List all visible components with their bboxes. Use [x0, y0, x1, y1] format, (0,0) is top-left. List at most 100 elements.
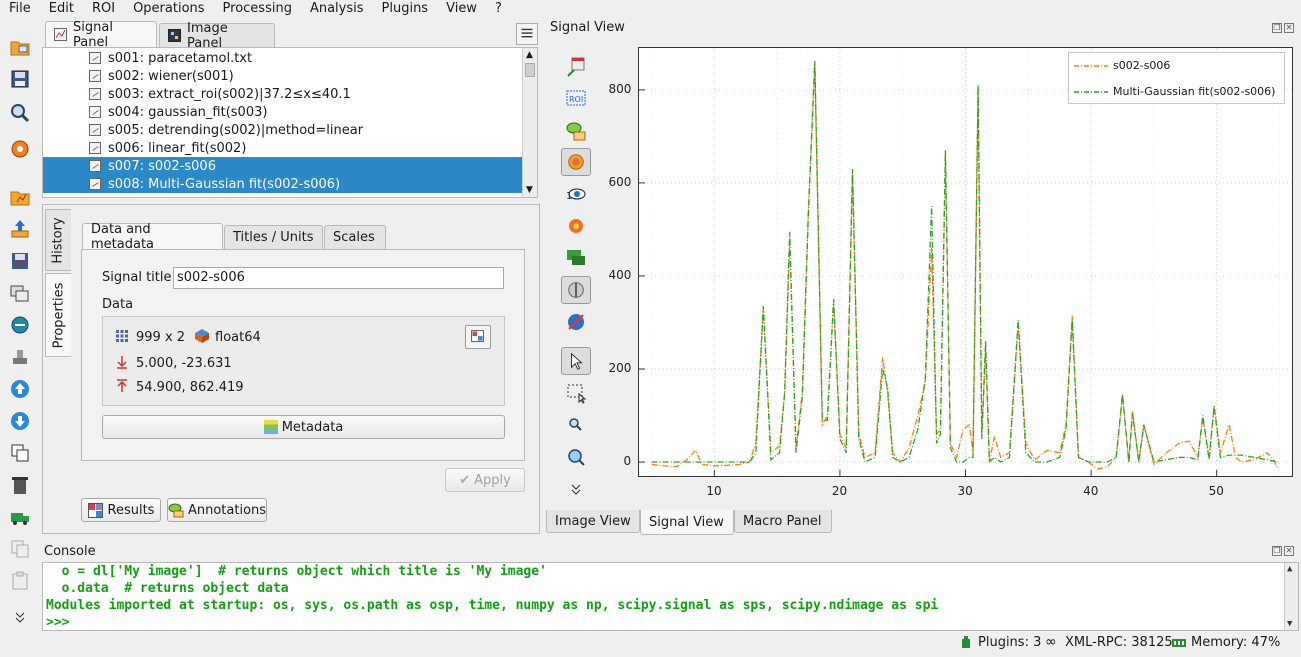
list-item-selected[interactable]: s007: s002-s006 [43, 157, 523, 175]
signal-icon [89, 178, 101, 190]
results-button[interactable]: Results [81, 498, 161, 522]
list-item-label: s006: linear_fit(s002) [108, 140, 247, 156]
select-pointer-button[interactable] [561, 347, 591, 375]
open-signal-icon[interactable] [9, 186, 31, 208]
menu-help[interactable]: ? [486, 0, 511, 18]
annotations-button[interactable]: Annotations [167, 498, 267, 522]
close-dock-icon[interactable]: ✕ [1284, 546, 1294, 556]
list-item[interactable]: s006: linear_fit(s002) [43, 139, 523, 157]
max-values: 54.900, 862.419 [136, 380, 244, 395]
export-plot-icon[interactable] [565, 56, 587, 78]
apply-button[interactable]: ✔ Apply [445, 468, 525, 492]
tab-signal-panel[interactable]: Signal Panel [45, 19, 157, 50]
zoom-icon[interactable] [565, 414, 587, 436]
list-item[interactable]: s002: wiener(s001) [43, 67, 523, 85]
save-icon[interactable] [9, 68, 31, 90]
float-dock-icon[interactable]: ❐ [1272, 546, 1282, 556]
menu-processing[interactable]: Processing [214, 0, 301, 18]
view-data-button[interactable] [465, 325, 491, 349]
refresh-icon[interactable] [9, 314, 31, 336]
settings-icon[interactable] [9, 138, 31, 160]
float-dock-icon[interactable]: ❐ [1272, 23, 1282, 33]
plot-toolbar-overflow-icon[interactable] [565, 482, 587, 496]
eye-icon[interactable]: 1 [565, 183, 587, 205]
results-table-icon [87, 502, 103, 518]
duplicate-icon[interactable] [9, 442, 31, 464]
truck-icon[interactable] [9, 506, 31, 528]
copy-objects-icon[interactable] [9, 282, 31, 304]
annotations-icon [168, 503, 184, 518]
toolbar-overflow-chevron-icon[interactable] [9, 610, 31, 624]
console-scrollbar[interactable]: ▲ ▼ [1284, 563, 1298, 630]
tab-macro-panel[interactable]: Macro Panel [734, 510, 832, 533]
link-icon: ∞ [1045, 634, 1057, 650]
no-crosshair-icon[interactable] [565, 311, 587, 333]
save-signal-icon[interactable] [9, 250, 31, 272]
console-output[interactable]: o = dl['My image'] # returns object whic… [42, 562, 1299, 631]
dtype-value: float64 [215, 330, 261, 345]
list-item-label: s003: extract_roi(s002)|37.2≤x≤40.1 [108, 86, 351, 102]
scroll-down-arrow-icon[interactable]: ▼ [526, 185, 533, 195]
annotate-icon[interactable] [565, 120, 587, 142]
series-line-s002-s006 [651, 64, 1279, 470]
browse-icon[interactable] [9, 102, 31, 124]
menu-analysis[interactable]: Analysis [301, 0, 373, 18]
list-scrollbar[interactable]: ▲ ▼ [522, 48, 537, 197]
scroll-down-arrow-icon[interactable]: ▼ [1287, 619, 1292, 629]
move-up-icon[interactable] [9, 378, 31, 400]
tab-history[interactable]: History [45, 209, 71, 271]
console-prompt[interactable]: >>> [46, 614, 69, 631]
list-item[interactable]: s001: paracetamol.txt [43, 49, 523, 67]
list-menu-button[interactable] [516, 23, 538, 45]
menu-view[interactable]: View [437, 0, 486, 18]
scroll-up-arrow-icon[interactable]: ▲ [1287, 564, 1292, 574]
tab-scales[interactable]: Scales [324, 225, 386, 249]
list-item-label: s005: detrending(s002)|method=linear [108, 122, 364, 138]
stamp-icon[interactable] [9, 346, 31, 368]
array-shape-icon [115, 329, 129, 343]
x-tick-label: 50 [1208, 484, 1224, 498]
delete-icon[interactable] [9, 474, 31, 496]
zoom-fit-icon[interactable] [565, 446, 587, 468]
signal-plot[interactable] [638, 47, 1293, 477]
signal-icon [89, 124, 101, 136]
menu-edit[interactable]: Edit [40, 0, 83, 18]
scroll-up-arrow-icon[interactable]: ▲ [526, 50, 533, 60]
array-shape-value: 999 x 2 [136, 330, 186, 345]
menu-file[interactable]: File [0, 0, 40, 18]
menu-roi[interactable]: ROI [83, 0, 124, 18]
menu-operations[interactable]: Operations [124, 0, 213, 18]
list-item[interactable]: s003: extract_roi(s002)|37.2≤x≤40.1 [43, 85, 523, 103]
list-item-selected[interactable]: s008: Multi-Gaussian fit(s002-s006) [43, 175, 523, 193]
plot-canvas[interactable] [639, 48, 1292, 476]
y-tick-label: 400 [608, 267, 632, 282]
list-item[interactable]: s004: gaussian_fit(s003) [43, 103, 523, 121]
console-dock-buttons: ❐ ✕ [1272, 546, 1296, 558]
rect-select-icon[interactable] [565, 382, 587, 404]
tab-image-view[interactable]: Image View [546, 510, 640, 533]
roi-icon[interactable]: ROI [565, 87, 587, 109]
menu-plugins[interactable]: Plugins [373, 0, 438, 18]
autoscale-icon[interactable] [565, 215, 587, 237]
pan-zoom-button[interactable] [561, 148, 591, 176]
signal-title-input[interactable]: s002-s006 [173, 267, 504, 289]
metadata-button[interactable]: Metadata [102, 415, 505, 439]
tab-data-metadata[interactable]: Data and metadata [82, 222, 223, 252]
list-item-label: s008: Multi-Gaussian fit(s002-s006) [108, 176, 341, 192]
list-item[interactable]: s005: detrending(s002)|method=linear [43, 121, 523, 139]
signal-list[interactable]: s001: paracetamol.txt s002: wiener(s001)… [42, 47, 538, 198]
tab-signal-panel-label: Signal Panel [73, 19, 113, 50]
open-folder-icon[interactable] [9, 36, 31, 58]
tab-properties[interactable]: Properties [45, 273, 71, 357]
close-dock-icon[interactable]: ✕ [1284, 23, 1294, 33]
svg-text:ROI: ROI [569, 95, 583, 104]
tab-titles-units[interactable]: Titles / Units [224, 225, 323, 249]
comments-icon[interactable] [565, 247, 587, 269]
tab-image-panel[interactable]: Image Panel [159, 21, 275, 51]
list-item-label: s007: s002-s006 [108, 158, 216, 174]
contrast-button[interactable] [561, 276, 591, 304]
tab-signal-view[interactable]: Signal View [640, 510, 734, 535]
scrollbar-thumb[interactable] [525, 63, 535, 77]
upload-icon[interactable] [9, 218, 31, 240]
move-down-icon[interactable] [9, 410, 31, 432]
